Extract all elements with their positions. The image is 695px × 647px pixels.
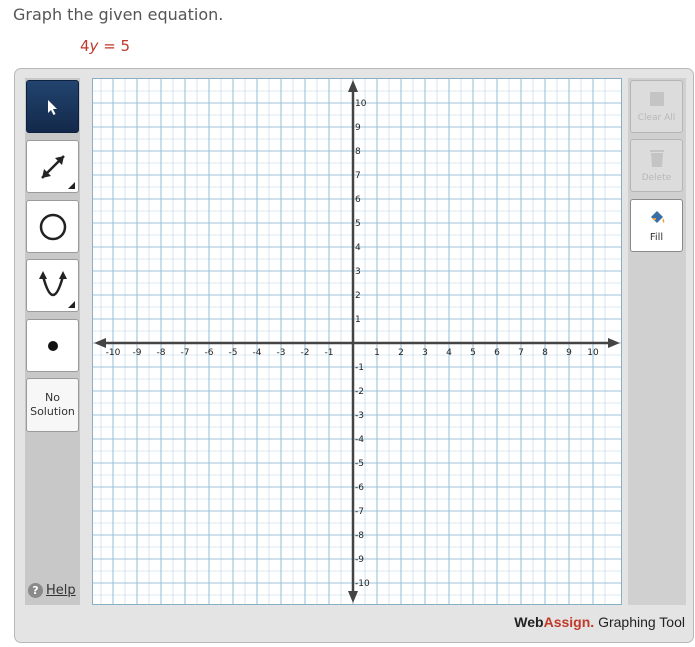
line-tool-button[interactable] [26, 140, 79, 193]
delete-label: Delete [641, 173, 672, 183]
no-solution-label-line1: No [45, 391, 60, 404]
y-tick-label: 2 [355, 291, 361, 301]
y-tick-label: 1 [355, 315, 361, 325]
y-tick-label: -6 [355, 483, 364, 493]
y-tick-label: -8 [355, 531, 364, 541]
x-tick-label: -1 [325, 348, 334, 358]
y-tick-label: 6 [355, 195, 361, 205]
select-tool-button[interactable] [26, 80, 79, 133]
x-tick-label: -6 [205, 348, 214, 358]
question-mark-icon: ? [28, 583, 43, 598]
paint-bucket-icon [650, 210, 664, 223]
x-tick-label: -8 [157, 348, 166, 358]
no-solution-button[interactable]: No Solution [26, 378, 79, 432]
trash-icon [649, 150, 664, 167]
y-tick-label: -5 [355, 459, 364, 469]
x-tick-label: 5 [470, 348, 476, 358]
y-tick-label: -9 [355, 555, 364, 565]
question-prompt: Graph the given equation. [13, 5, 224, 24]
x-tick-label: 3 [422, 348, 428, 358]
clear-all-label: Clear All [637, 113, 676, 123]
point-dot-icon [47, 340, 58, 351]
line-segment-icon [40, 154, 65, 179]
help-link[interactable]: ? Help [28, 583, 76, 598]
brand-assign: Assign. [543, 614, 595, 630]
x-tick-label: -2 [301, 348, 310, 358]
dropdown-corner-icon [68, 182, 75, 189]
x-tick-label: 9 [566, 348, 572, 358]
y-tick-label: 7 [355, 171, 361, 181]
x-tick-label: -5 [229, 348, 238, 358]
x-tick-label: -10 [106, 348, 121, 358]
coordinate-graph[interactable]: -10 -9 -8 -7 -6 -5 -4 -3 -2 -1 1 2 3 4 5 6 7 8 9 10 10 9 8 7 6 5 4… [92, 78, 622, 605]
parabola-tool-button[interactable] [26, 259, 79, 312]
graph-background [92, 78, 622, 605]
x-tick-label: 1 [374, 348, 380, 358]
point-tool-button[interactable] [26, 319, 79, 372]
equation-coefficient: 4 [80, 37, 90, 55]
brand-web: Web [514, 614, 544, 630]
help-label: Help [46, 583, 76, 598]
y-tick-label: -1 [355, 363, 364, 373]
equation-rest: = 5 [98, 37, 131, 55]
equation: 4y = 5 [80, 37, 130, 55]
pointer-arrow-icon [47, 99, 57, 115]
dropdown-corner-icon [68, 301, 75, 308]
clear-all-button[interactable]: Clear All [630, 80, 683, 133]
circle-tool-button[interactable] [26, 200, 79, 253]
x-tick-label: 6 [494, 348, 500, 358]
y-tick-label: 8 [355, 147, 361, 157]
y-tick-label: 5 [355, 219, 361, 229]
y-tick-label: 4 [355, 243, 361, 253]
x-tick-label: 10 [587, 348, 599, 358]
y-tick-label: -4 [355, 435, 364, 445]
y-tick-label: 10 [355, 99, 367, 109]
no-solution-label-line2: Solution [30, 405, 75, 418]
x-tick-label: -7 [181, 348, 190, 358]
fill-label: Fill [649, 231, 664, 243]
y-tick-label: 9 [355, 123, 361, 133]
x-tick-label: -4 [253, 348, 262, 358]
parabola-icon [38, 270, 67, 296]
delete-button[interactable]: Delete [630, 139, 683, 192]
brand-suffix: Graphing Tool [594, 614, 685, 630]
x-tick-label: 7 [518, 348, 524, 358]
y-tick-label: -2 [355, 387, 364, 397]
y-tick-label: -10 [355, 579, 370, 589]
x-tick-label: 8 [542, 348, 548, 358]
x-tick-label: -9 [133, 348, 142, 358]
clear-all-icon [649, 92, 664, 106]
webassign-brand: WebAssign. Graphing Tool [514, 614, 685, 630]
x-tick-label: 2 [398, 348, 404, 358]
x-tick-label: 4 [446, 348, 452, 358]
fill-button[interactable]: Fill [630, 199, 683, 252]
x-tick-label: -3 [277, 348, 286, 358]
circle-icon [39, 213, 66, 240]
y-tick-label: 3 [355, 267, 361, 277]
y-tick-label: -3 [355, 411, 364, 421]
y-tick-label: -7 [355, 507, 364, 517]
